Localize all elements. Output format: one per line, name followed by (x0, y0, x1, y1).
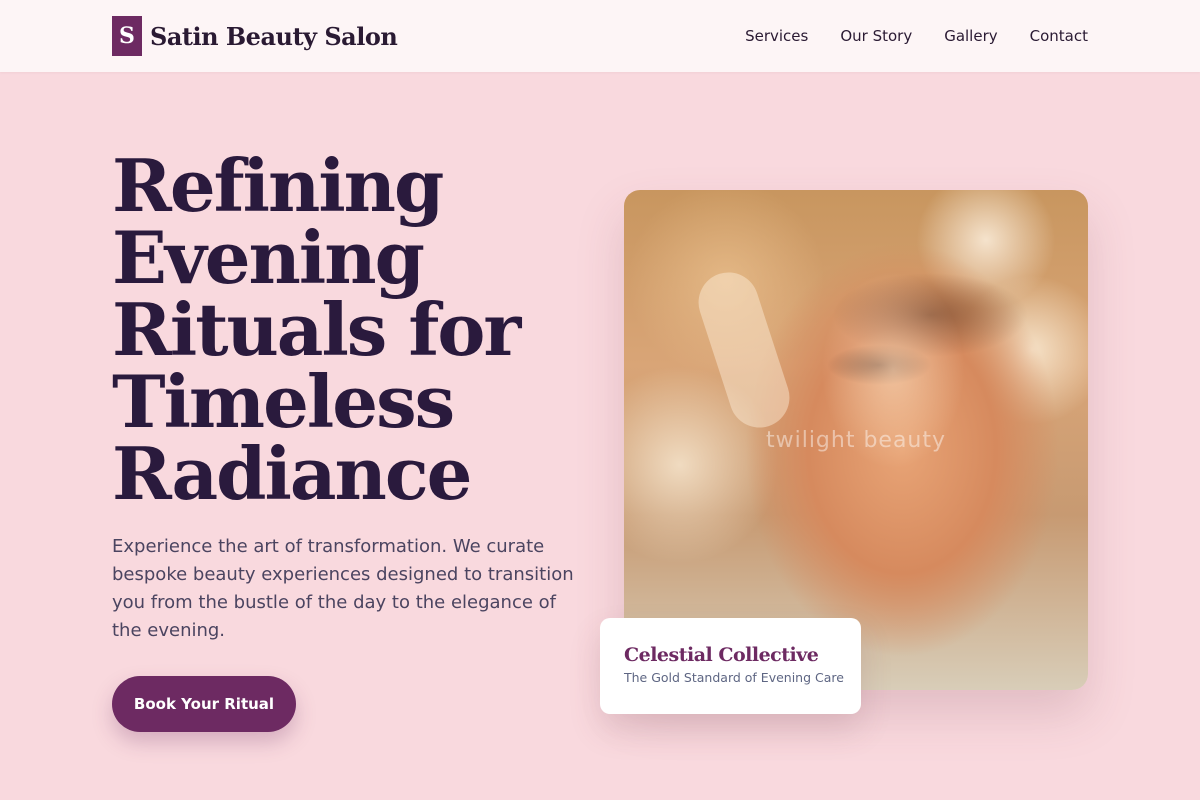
nav-link-services[interactable]: Services (745, 27, 808, 45)
hero-image: twilight beauty (624, 190, 1088, 690)
hero-title: Refining Evening Rituals for Timeless Ra… (112, 143, 521, 516)
collection-card: Celestial Collective The Gold Standard o… (600, 618, 861, 714)
nav-link-our-story[interactable]: Our Story (840, 27, 912, 45)
brand-logo-link[interactable]: S Satin Beauty Salon (112, 16, 398, 56)
image-watermark: twilight beauty (765, 428, 947, 453)
nav-link-gallery[interactable]: Gallery (944, 27, 997, 45)
nav-link-contact[interactable]: Contact (1030, 27, 1088, 45)
site-header: S Satin Beauty Salon Services Our Story … (0, 0, 1200, 72)
collection-title: Celestial Collective (624, 644, 819, 666)
hero-description: Experience the art of transformation. We… (112, 536, 574, 641)
book-ritual-button[interactable]: Book Your Ritual (112, 676, 296, 732)
brand-name: Satin Beauty Salon (150, 21, 398, 51)
collection-subtitle: The Gold Standard of Evening Care (624, 670, 844, 685)
main-nav: Services Our Story Gallery Contact (745, 0, 1088, 72)
logo-mark: S (112, 16, 142, 56)
